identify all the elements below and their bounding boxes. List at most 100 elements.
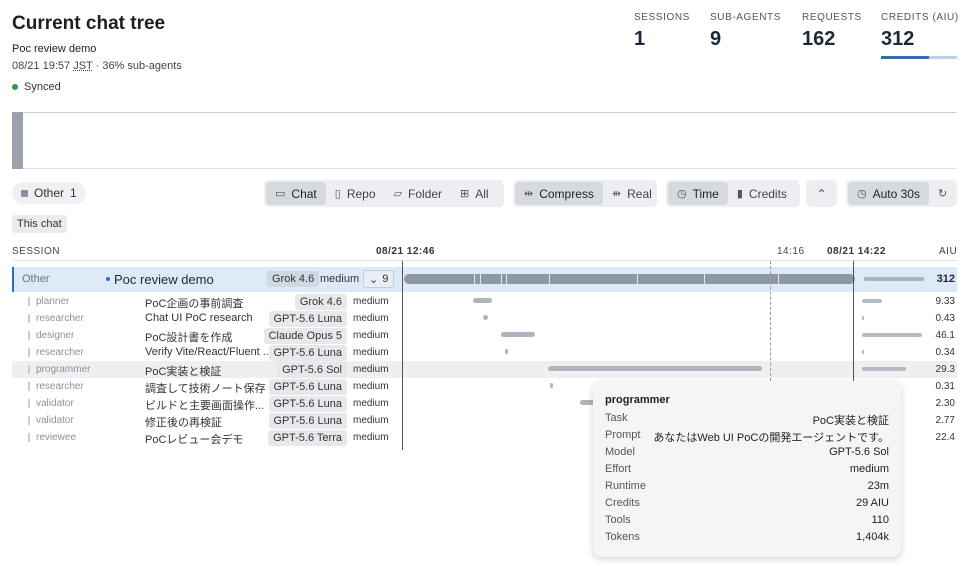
agent-row[interactable]: planner PoC企画の事前調査 Grok 4.6 medium 9.33 [12,293,957,310]
agent-row[interactable]: designer PoC設計書を作成 Claude Opus 5 medium 46.1 [12,327,957,344]
effort-label: medium [353,398,389,409]
column-header-aiu: AIU [939,246,958,257]
sparkline-bar [12,112,23,169]
agent-timeline-bar[interactable] [483,315,488,320]
tooltip-row: Effort medium [605,463,889,480]
agent-row[interactable]: researcher Verify Vite/React/Fluent ... GP… [12,344,957,361]
timeline-end-label: 08/21 14:22 [827,246,886,257]
effort-label: medium [320,273,360,285]
expand-children-button[interactable]: ⌄ 9 [363,270,395,288]
stat-requests: REQUESTS 162 [802,12,862,51]
tree-branch-icon [28,433,30,442]
tree-branch-icon [28,297,30,306]
credit-mini-bar [862,350,864,354]
tooltip-row: Tokens 1,404k [605,531,889,548]
effort-label: medium [353,364,389,375]
tooltip-value: PoC実装と検証 [812,415,889,427]
status-dot-icon [12,84,18,90]
folder-icon: ▱ [393,188,402,200]
refresh-icon: ↻ [937,188,948,200]
filter-chip-other[interactable]: Other 1 [12,182,86,204]
stat-value: 1 [634,28,646,50]
chat-meta: 08/21 19:57 JST · 36% sub-agents [12,60,182,72]
metric-toggle: ◷ Time ▮ Credits [666,180,800,207]
agent-task: PoC企画の事前調査 [145,298,244,310]
scope-folder-button[interactable]: ▱ Folder [385,182,451,205]
timezone-label[interactable]: JST [73,60,92,72]
agent-task: 修正後の再検証 [145,417,222,429]
collapse-button[interactable]: ⌃ [806,180,837,207]
stat-subagents: SUB-AGENTS 9 [710,12,781,51]
metric-time-button[interactable]: ◷ Time [668,182,728,205]
tooltip-key: Effort [605,463,632,475]
tooltip-value: 1,404k [855,531,889,543]
tooltip-value: 29 AIU [855,497,889,509]
auto-refresh-button[interactable]: ◷ Auto 30s [848,182,929,205]
agent-row[interactable]: researcher Chat UI PoC research GPT-5.6 Lu… [12,310,957,327]
credit-mini-bar [864,277,924,281]
real-scale-icon: ⇻ [611,188,622,200]
model-badge: Grok 4.6 [294,294,347,310]
stat-label: SESSIONS [634,12,690,23]
tooltip-row: Tools 110 [605,514,889,531]
stat-value: 9 [710,28,722,50]
timeline-tick [704,274,705,284]
grid-icon: ⊞ [460,188,470,200]
tooltip-key: Tokens [605,531,640,543]
agent-role: researcher [36,313,84,324]
agent-timeline-bar[interactable] [505,349,508,354]
model-badge: GPT-5.6 Luna [268,396,347,412]
tooltip-value: medium [849,463,889,475]
tree-branch-icon [28,399,30,408]
layout-real-button[interactable]: ⇻ Real [603,182,661,205]
credits-progress-bar [881,56,957,59]
sync-status: Synced [12,81,61,93]
layout-toggle: ⇹ Compress ⇻ Real [513,180,657,207]
model-badge: Claude Opus 5 [263,328,347,344]
model-badge: Grok 4.6 [267,271,320,287]
session-category: Other [22,273,50,285]
agent-task: 調査して技術ノート保存 [145,383,266,395]
model-badge: GPT-5.6 Luna [268,311,347,327]
session-timeline-bar[interactable] [404,274,855,284]
effort-label: medium [353,432,389,443]
chat-timestamp: 08/21 19:57 [12,60,71,72]
tree-branch-icon [28,348,30,357]
timeline-end-line [853,261,854,381]
chevron-up-icon: ⌃ [816,186,827,201]
stat-credits[interactable]: CREDITS (AIU) 312 [881,12,959,51]
agent-role: programmer [36,364,91,375]
effort-label: medium [353,347,389,358]
scope-chat-label: Chat [291,186,317,201]
agent-task: Chat UI PoC research [145,312,253,324]
refresh-button[interactable]: ↻ [929,182,956,205]
this-chat-badge[interactable]: This chat [12,215,67,233]
tooltip-key: Tools [605,514,631,526]
children-count: 9 [382,273,389,285]
effort-label: medium [353,296,389,307]
session-row-main[interactable]: Other Poc review demo Grok 4.6 medium ⌄ 9… [12,267,957,292]
agent-row[interactable]: programmer PoC実装と検証 GPT-5.6 Sol medium 29.3 [12,361,957,378]
metric-credits-button[interactable]: ▮ Credits [728,182,796,205]
scope-chat-button[interactable]: ▭ Chat [266,182,326,205]
layout-compress-button[interactable]: ⇹ Compress [515,182,603,205]
scope-repo-button[interactable]: ▯ Repo [326,182,385,205]
effort-label: medium [353,313,389,324]
stat-value: 162 [802,28,836,50]
tooltip-details: Task PoC実装と検証 Prompt あなたはWeb UI PoCの開発エージェン… [605,412,889,548]
tooltip-key: Runtime [605,480,646,492]
agent-aiu: 0.43 [935,313,955,324]
metric-time-label: Time [692,186,719,201]
agent-tooltip: programmer Task PoC実装と検証 Prompt あなたはWeb UI … [593,382,901,557]
agent-timeline-bar[interactable] [473,298,492,303]
scope-all-label: All [475,186,489,201]
scope-all-button[interactable]: ⊞ All [451,182,498,205]
stat-value: 312 [881,28,915,50]
agent-aiu: 2.30 [935,398,955,409]
bar-chart-icon: ▮ [736,188,743,200]
agent-timeline-bar[interactable] [501,332,535,337]
agent-timeline-bar[interactable] [548,366,762,371]
agent-timeline-bar[interactable] [550,383,553,388]
metric-credits-label: Credits [748,186,787,201]
sync-status-label: Synced [24,81,61,93]
